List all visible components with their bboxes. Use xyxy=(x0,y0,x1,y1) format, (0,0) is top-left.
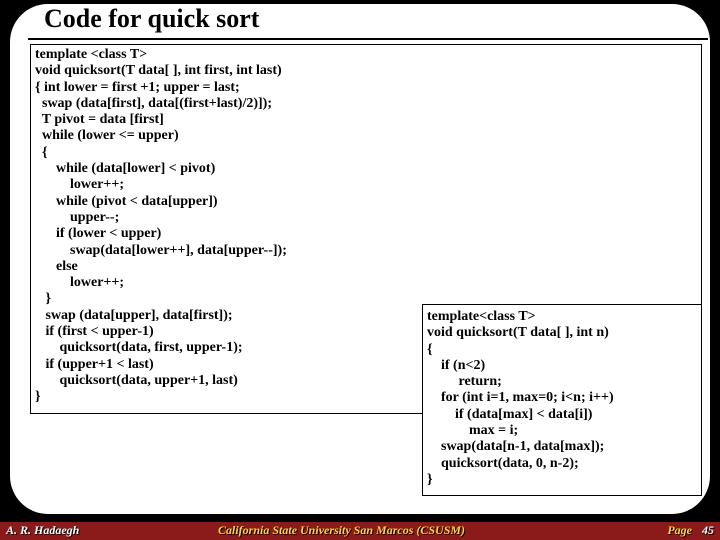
code-side: template<class T> void quicksort(T data[… xyxy=(427,309,697,488)
title-underline xyxy=(28,38,708,40)
code-box-side: template<class T> void quicksort(T data[… xyxy=(422,304,702,496)
footer-page-label: Page xyxy=(667,523,692,538)
slide-title: Code for quick sort xyxy=(44,4,259,34)
footer-author: A. R. Hadaegh xyxy=(6,523,79,538)
slide-card: Code for quick sort template <class T> v… xyxy=(10,4,710,514)
footer-university: California State University San Marcos (… xyxy=(218,523,465,538)
footer-page-number: 45 xyxy=(702,523,714,538)
